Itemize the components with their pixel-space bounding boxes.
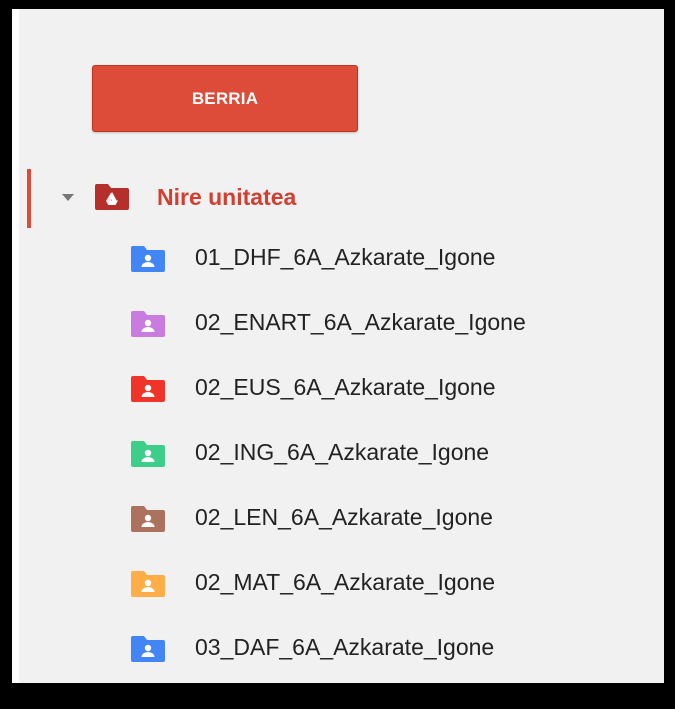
- tree-item-label: 01_DHF_6A_Azkarate_Igone: [195, 244, 496, 270]
- tree-item-folder[interactable]: 02_MAT_6A_Azkarate_Igone: [19, 555, 664, 611]
- new-button[interactable]: BERRIA: [92, 65, 358, 132]
- tree-item-folder[interactable]: 01_DHF_6A_Azkarate_Igone: [19, 230, 664, 286]
- google-drive-icon: [95, 184, 129, 210]
- tree-item-label: 02_MAT_6A_Azkarate_Igone: [195, 569, 496, 595]
- tree-item-folder[interactable]: 02_LEN_6A_Azkarate_Igone: [19, 490, 664, 546]
- shared-folder-icon: [131, 571, 165, 597]
- tree-item-folder[interactable]: 02_EUS_6A_Azkarate_Igone: [19, 360, 664, 416]
- tree-item-label: 02_EUS_6A_Azkarate_Igone: [195, 374, 496, 400]
- tree-item-my-drive[interactable]: Nire unitatea: [19, 170, 664, 226]
- tree-item-label: 03_DAF_6A_Azkarate_Igone: [195, 634, 495, 660]
- tree-item-label: 02_ING_6A_Azkarate_Igone: [195, 439, 490, 465]
- tree-item-label: Nire unitatea: [157, 184, 297, 210]
- shared-folder-icon: [131, 246, 165, 272]
- tree-item-label: 02_ENART_6A_Azkarate_Igone: [195, 309, 526, 335]
- tree-item-label: 02_LEN_6A_Azkarate_Igone: [195, 504, 493, 530]
- tree-item-folder[interactable]: 02_ENART_6A_Azkarate_Igone: [19, 295, 664, 351]
- shared-folder-icon: [131, 506, 165, 532]
- sidebar: BERRIA Nire unitatea 01_DHF_6A_Azkarate_…: [19, 9, 664, 683]
- shared-folder-icon: [131, 441, 165, 467]
- shared-folder-icon: [131, 311, 165, 337]
- shared-folder-icon: [131, 376, 165, 402]
- shared-folder-icon: [131, 636, 165, 662]
- tree-item-folder[interactable]: 02_ING_6A_Azkarate_Igone: [19, 425, 664, 481]
- panel-edge: [12, 9, 19, 683]
- new-button-label: BERRIA: [191, 88, 259, 108]
- collapse-caret-icon[interactable]: [62, 194, 74, 201]
- tree-item-folder[interactable]: 03_DAF_6A_Azkarate_Igone: [19, 620, 664, 676]
